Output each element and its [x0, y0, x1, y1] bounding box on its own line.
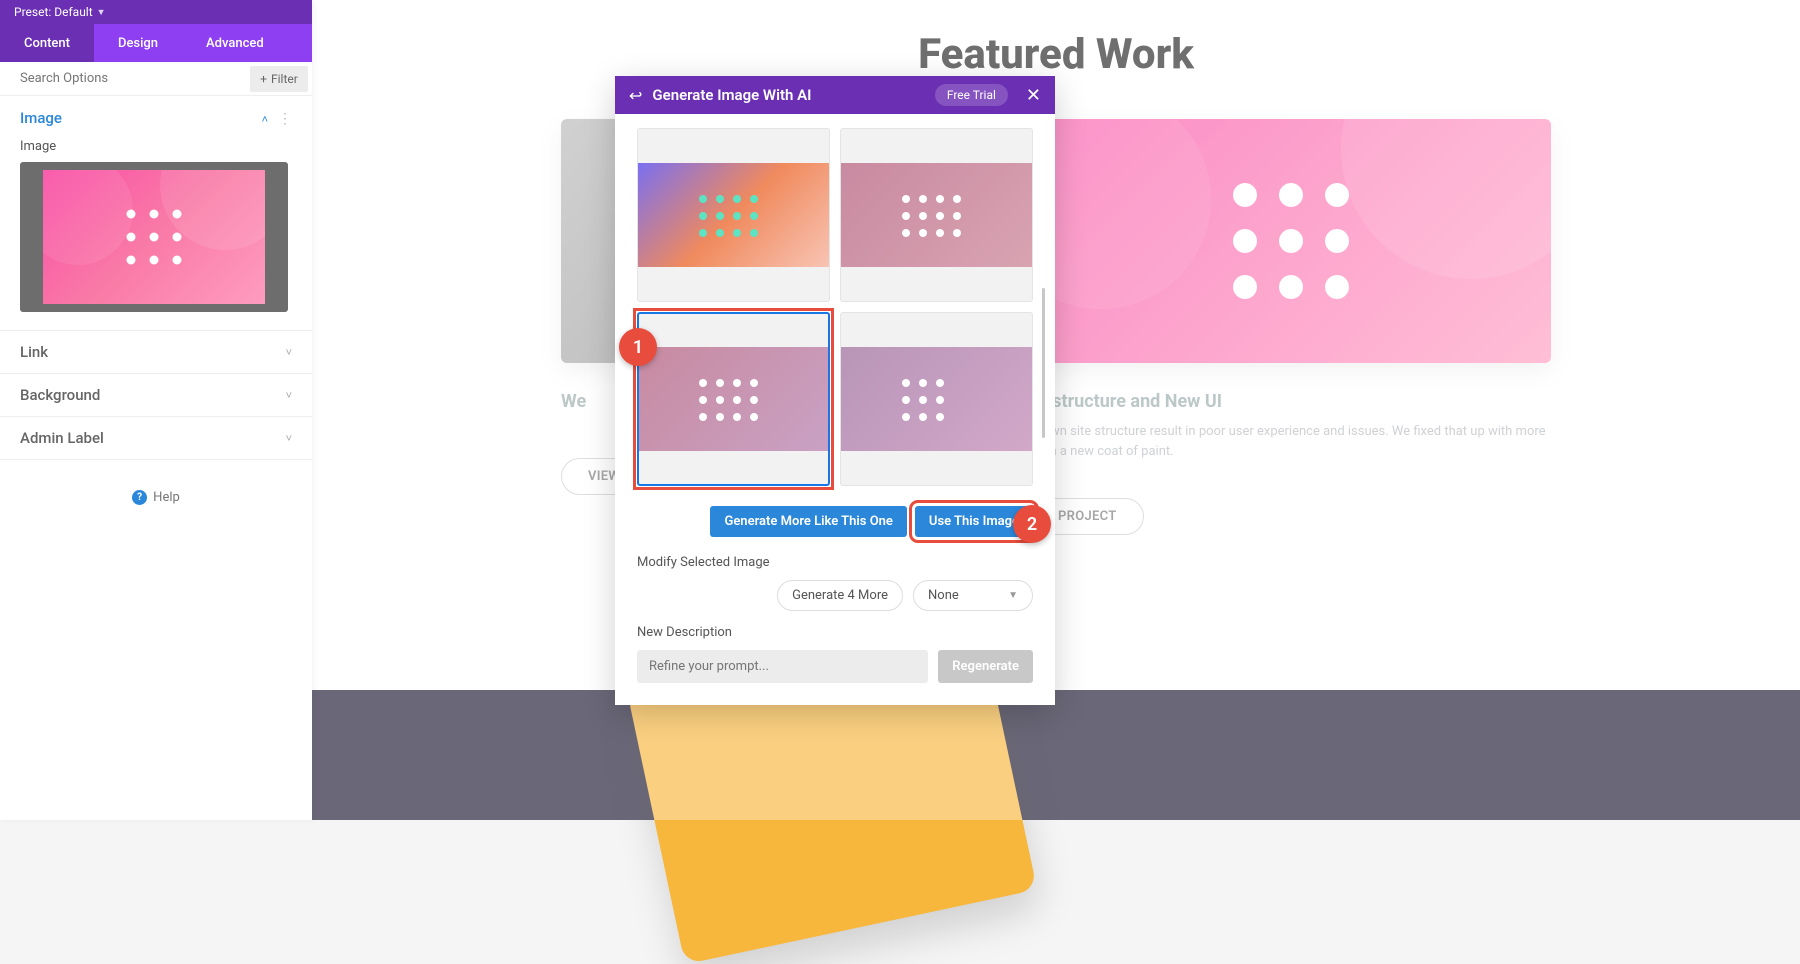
modify-row: Generate 4 More None ▼	[637, 580, 1033, 611]
image-thumbnail[interactable]	[20, 162, 288, 312]
tab-design[interactable]: Design	[94, 24, 182, 62]
help-label: Help	[153, 490, 180, 505]
regenerate-button[interactable]: Regenerate	[938, 650, 1033, 683]
chevron-up-icon: ˄	[262, 113, 268, 126]
chevron-down-icon: ˅	[286, 346, 292, 359]
generate-more-button[interactable]: Generate More Like This One	[710, 506, 906, 537]
cards-row: We VIEW Restructure and New UI grown sit…	[312, 119, 1800, 535]
modify-select[interactable]: None ▼	[913, 580, 1033, 611]
generate-4-more-button[interactable]: Generate 4 More	[777, 580, 903, 611]
section-background: Background ˅	[0, 374, 312, 417]
generated-image-1[interactable]	[637, 128, 830, 302]
filter-label: Filter	[271, 72, 298, 86]
generated-grid: 1	[637, 128, 1033, 486]
generated-image-3[interactable]	[637, 312, 830, 486]
action-row: 2 Generate More Like This One Use This I…	[637, 506, 1033, 537]
new-description-label: New Description	[637, 625, 1033, 640]
section-admin-label-header[interactable]: Admin Label ˅	[0, 417, 312, 459]
callout-1: 1	[619, 328, 657, 366]
search-row: + Filter	[0, 62, 312, 96]
help-link[interactable]: ? Help	[0, 460, 312, 505]
help-icon: ?	[132, 490, 147, 505]
back-arrow-icon[interactable]: ↩	[629, 86, 642, 105]
card-2: Restructure and New UI grown site struct…	[1031, 119, 1551, 535]
card-2-text: grown site structure result in poor user…	[1031, 422, 1551, 462]
modify-select-value: None	[928, 588, 959, 603]
chevron-down-icon: ▼	[1008, 590, 1018, 601]
search-input[interactable]	[0, 71, 250, 86]
prompt-row: Regenerate	[637, 650, 1033, 683]
section-admin-label-title: Admin Label	[20, 429, 104, 447]
chevron-down-icon: ▼	[97, 7, 106, 18]
settings-sidebar: Preset: Default ▼ Content Design Advance…	[0, 0, 312, 820]
section-admin-label: Admin Label ˅	[0, 417, 312, 460]
scroll-thumb[interactable]	[1042, 288, 1045, 438]
image-field-label: Image	[20, 139, 292, 154]
tab-content[interactable]: Content	[0, 24, 94, 62]
ai-generate-modal: ↩ Generate Image With AI Free Trial ✕ 1 …	[615, 76, 1055, 705]
card-2-image	[1031, 119, 1551, 363]
trial-badge[interactable]: Free Trial	[935, 84, 1008, 106]
filter-button[interactable]: + Filter	[250, 66, 308, 92]
section-link-header[interactable]: Link ˅	[0, 331, 312, 373]
modal-header: ↩ Generate Image With AI Free Trial ✕	[615, 76, 1055, 114]
section-background-title: Background	[20, 386, 100, 404]
tab-advanced[interactable]: Advanced	[182, 24, 288, 62]
section-link: Link ˅	[0, 331, 312, 374]
preset-label: Preset: Default	[14, 5, 93, 19]
modal-body: 1 2 Generate More Like This One Use This…	[615, 114, 1055, 705]
section-link-title: Link	[20, 343, 48, 361]
section-image-title: Image	[20, 109, 62, 127]
sidebar-tabs: Content Design Advanced	[0, 24, 312, 62]
image-field-body: Image	[0, 139, 312, 330]
chevron-down-icon: ˅	[286, 432, 292, 445]
generated-image-2[interactable]	[840, 128, 1033, 302]
section-background-header[interactable]: Background ˅	[0, 374, 312, 416]
close-icon[interactable]: ✕	[1026, 85, 1041, 106]
page-title: Featured Work	[312, 30, 1800, 79]
callout-2: 2	[1013, 505, 1051, 543]
plus-icon: +	[260, 72, 267, 86]
section-image: Image ˄ ⋮ Image	[0, 96, 312, 331]
prompt-input[interactable]	[637, 650, 928, 683]
page-canvas: Featured Work We VIEW Restructure and Ne…	[312, 0, 1800, 820]
modify-label: Modify Selected Image	[637, 555, 1033, 570]
chevron-down-icon: ˅	[286, 389, 292, 402]
card-2-title: Restructure and New UI	[1031, 391, 1551, 412]
footer-strip	[312, 690, 1800, 820]
modal-title: Generate Image With AI	[652, 86, 924, 104]
section-image-header[interactable]: Image ˄ ⋮	[0, 96, 312, 139]
preset-bar[interactable]: Preset: Default ▼	[0, 0, 312, 24]
kebab-icon[interactable]: ⋮	[278, 111, 292, 127]
scroll-track	[1042, 128, 1045, 486]
generated-image-4[interactable]	[840, 312, 1033, 486]
